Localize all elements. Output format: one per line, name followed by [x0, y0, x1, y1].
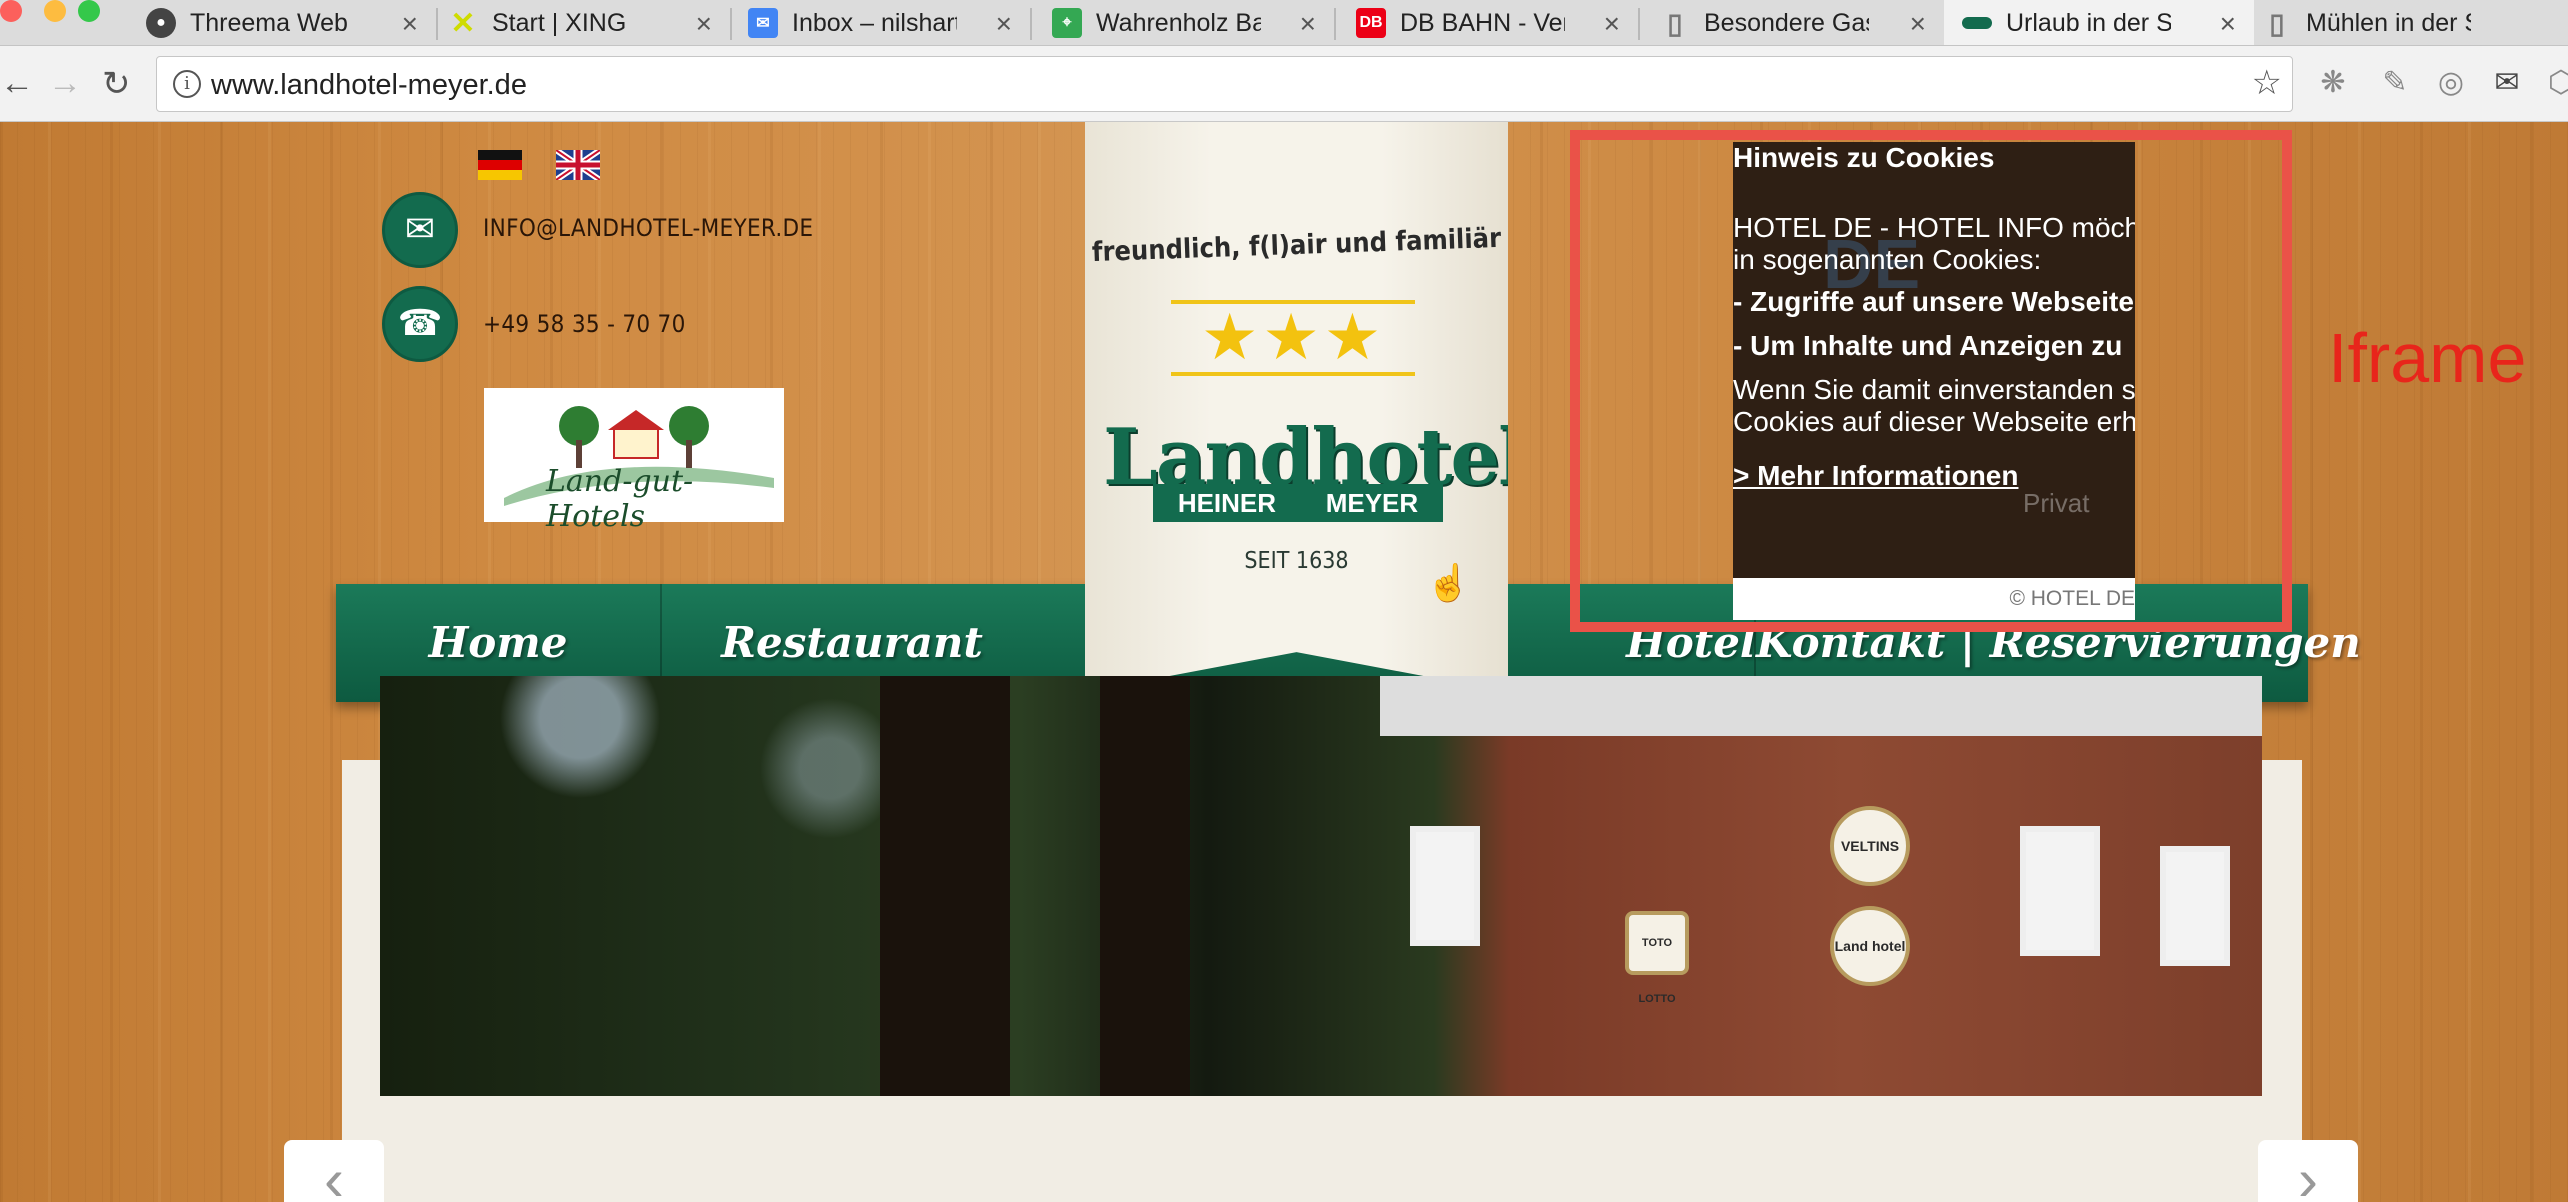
close-tab-icon[interactable]: × [2220, 8, 2236, 40]
close-tab-icon[interactable]: × [1910, 8, 1926, 40]
gold-line [1171, 372, 1415, 376]
site-info-icon[interactable]: i [173, 70, 201, 98]
tab-title: Urlaub in der Süd [2006, 8, 2171, 37]
logo-sub-right: MEYER [1325, 487, 1419, 518]
tree-trunk [880, 676, 1010, 1096]
english-flag-icon[interactable] [556, 150, 600, 180]
building-window [2020, 826, 2100, 956]
land-gut-hotels-text: Land-gut-Hotels [546, 464, 694, 534]
bookmark-star-icon[interactable]: ☆ [2252, 63, 2282, 103]
tab-separator [730, 8, 732, 40]
back-icon[interactable]: ← [0, 64, 34, 103]
phone-icon[interactable]: ☎ [382, 286, 458, 362]
slogan: freundlich, f(l)air und familiär [1091, 222, 1502, 269]
german-flag-icon[interactable] [478, 150, 522, 180]
hotel-photo[interactable]: VELTINS Land hotel TOTO LOTTO [380, 676, 2262, 1096]
extension-hex-icon[interactable]: ⬡ [2544, 66, 2568, 100]
page-icon: ▯ [1667, 7, 1683, 39]
tab-strip: ● Threema Web × ✕ Start | XING × ✉ Inbox… [0, 0, 2568, 46]
iframe-highlight-box [1570, 130, 2292, 632]
tab-separator [1638, 8, 1640, 40]
email-icon[interactable]: ✉ [382, 192, 458, 268]
close-window-button[interactable] [0, 0, 22, 22]
tab-title: Mühlen in der Süd [2306, 8, 2471, 37]
mail-check-icon[interactable]: ✉ [2490, 66, 2524, 100]
tab-inbox[interactable]: ✉ Inbox – nilshartm × [748, 0, 1030, 45]
toto-lotto-sign: TOTO LOTTO [1625, 911, 1689, 1005]
hand-cursor-icon: ☝ [1426, 562, 1471, 603]
page-icon: ▯ [2269, 7, 2285, 39]
iframe-annotation-label: Iframe [2328, 319, 2527, 397]
tab-title: Wahrenholz Bahn [1096, 8, 1261, 37]
db-icon: DB [1356, 8, 1386, 38]
threema-icon: ● [146, 8, 176, 38]
landhotel-sign: Land hotel [1830, 906, 1910, 986]
address-bar[interactable]: i www.landhotel-meyer.de ☆ [156, 56, 2293, 112]
tab-title: Inbox – nilshartm [792, 8, 957, 37]
tab-gastro[interactable]: ▯ Besondere Gastr × [1660, 0, 1944, 45]
veltins-sign: VELTINS [1830, 806, 1910, 886]
forward-icon[interactable]: → [48, 64, 82, 103]
tree-trunk [1100, 676, 1190, 1096]
minimize-window-button[interactable] [44, 0, 66, 22]
extension-puzzle-icon[interactable]: ❋ [2316, 66, 2350, 100]
tab-separator [1030, 8, 1032, 40]
tab-threema[interactable]: ● Threema Web × [146, 0, 436, 45]
tab-maps[interactable]: ⌖ Wahrenholz Bahn × [1052, 0, 1334, 45]
extension-circle-icon[interactable]: ◎ [2434, 66, 2468, 100]
union-jack-icon [556, 150, 600, 180]
tab-muehlen[interactable]: ▯ Mühlen in der Süd [2262, 0, 2568, 45]
phone-number[interactable]: +49 58 35 - 70 70 [483, 310, 686, 338]
building-roof [1380, 676, 2262, 736]
tab-separator [1334, 8, 1336, 40]
close-tab-icon[interactable]: × [1300, 8, 1316, 40]
maps-icon: ⌖ [1052, 8, 1082, 38]
tab-urlaub[interactable]: Urlaub in der Süd × [1944, 0, 2254, 45]
tab-title: Besondere Gastr [1704, 8, 1869, 37]
email-link[interactable]: INFO@LANDHOTEL-MEYER.DE [483, 214, 813, 242]
browser-toolbar: ← → ↻ i www.landhotel-meyer.de ☆ ❋ ✎ ◎ ✉… [0, 46, 2568, 122]
tab-title: Threema Web [190, 8, 348, 37]
tab-db-bahn[interactable]: DB DB BAHN - Verbi × [1356, 0, 1638, 45]
tab-separator [436, 8, 438, 40]
close-tab-icon[interactable]: × [996, 8, 1012, 40]
slider-next-button[interactable]: › [2258, 1140, 2358, 1202]
site-icon [1962, 17, 1992, 29]
building-window [2160, 846, 2230, 966]
landhotel-logo-banner[interactable]: freundlich, f(l)air und familiär ★★★ Lan… [1085, 122, 1508, 692]
three-stars-icon: ★★★ [1200, 301, 1386, 373]
url-text[interactable]: www.landhotel-meyer.de [211, 69, 527, 102]
logo-sub-left: HEINER [1177, 487, 1277, 518]
land-gut-hotels-logo[interactable]: Land-gut-Hotels [484, 388, 784, 534]
inbox-icon: ✉ [748, 8, 778, 38]
reload-icon[interactable]: ↻ [102, 64, 131, 104]
logo-subtitle: HEINER MEYER [1153, 484, 1443, 522]
tab-xing[interactable]: ✕ Start | XING × [448, 0, 730, 45]
tab-title: Start | XING [492, 8, 627, 37]
zoom-window-button[interactable] [78, 0, 100, 22]
eyedropper-icon[interactable]: ✎ [2378, 66, 2412, 100]
close-tab-icon[interactable]: × [1604, 8, 1620, 40]
xing-icon: ✕ [450, 6, 476, 40]
slider-prev-button[interactable]: ‹ [284, 1140, 384, 1202]
close-tab-icon[interactable]: × [696, 8, 712, 40]
tab-title: DB BAHN - Verbi [1400, 8, 1565, 37]
close-tab-icon[interactable]: × [402, 8, 418, 40]
building-window [1410, 826, 1480, 946]
